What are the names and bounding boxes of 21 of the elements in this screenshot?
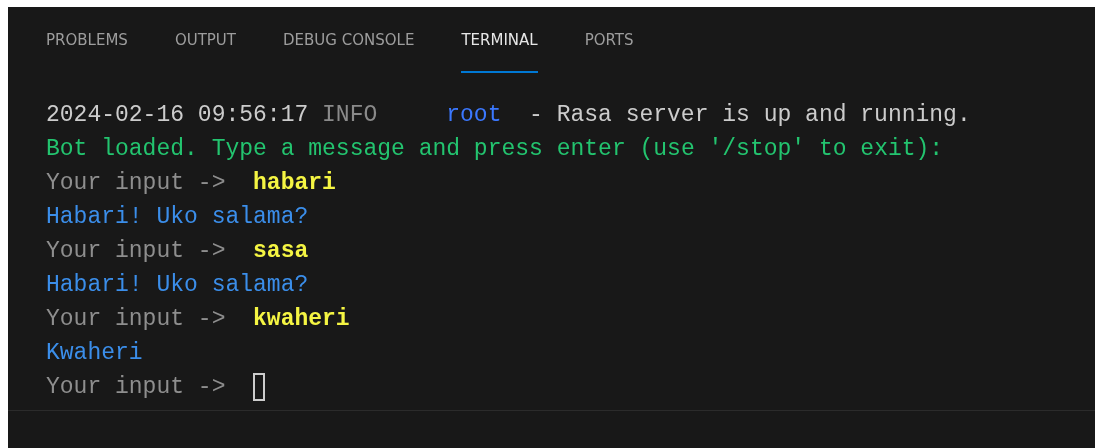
user-message-text: sasa	[253, 237, 309, 266]
log-level: INFO	[322, 101, 379, 130]
panel-tab[interactable]: PROBLEMS	[46, 7, 128, 73]
status-message: Bot loaded. Type a message and press enter (use '/stop' to exit):	[46, 135, 944, 164]
panel-tab[interactable]: PORTS	[584, 7, 634, 73]
bot-reply: Kwaheri	[46, 339, 143, 368]
input-prompt: Your input ->	[46, 237, 226, 266]
user-message-text: habari	[253, 169, 336, 198]
logger-name: root	[446, 101, 503, 130]
input-prompt: Your input ->	[46, 169, 226, 198]
bot-reply: Habari! Uko salama?	[46, 203, 309, 232]
user-message-text: kwaheri	[253, 305, 350, 334]
panel-tab[interactable]: TERMINAL	[461, 7, 538, 73]
timestamp: 2024-02-16 09:56:17	[46, 101, 309, 130]
panel-tab[interactable]: DEBUG CONSOLE	[283, 7, 415, 73]
input-prompt: Your input ->	[46, 373, 226, 402]
terminal-cursor	[253, 373, 266, 401]
input-prompt: Your input ->	[46, 305, 226, 334]
panel-tab[interactable]: OUTPUT	[174, 7, 236, 73]
log-message: - Rasa server is up and running.	[529, 101, 971, 130]
bot-reply: Habari! Uko salama?	[46, 271, 309, 300]
